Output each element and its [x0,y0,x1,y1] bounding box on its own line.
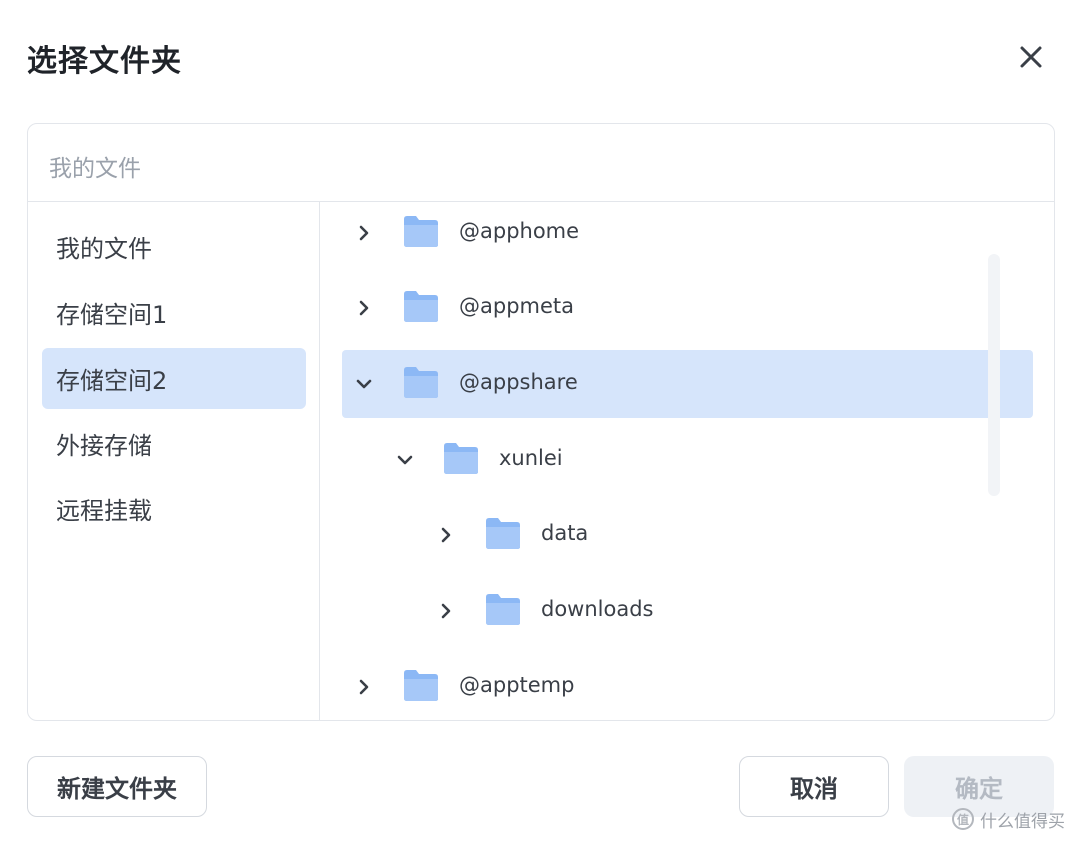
sidebar-item-label: 我的文件 [56,235,152,263]
folder-icon [486,594,520,625]
folder-icon [444,443,478,474]
tree-row-apptemp[interactable]: @apptemp [342,653,1033,720]
chevron-right-icon[interactable] [352,296,376,320]
tree-row-label: xunlei [499,446,563,470]
tree-row-appshare[interactable]: @appshare [342,350,1033,418]
sidebar-item-label: 存储空间2 [56,367,168,395]
folder-icon [404,670,438,701]
chevron-right-icon[interactable] [352,221,376,245]
cancel-button[interactable]: 取消 [739,756,889,817]
tree-row-label: downloads [541,597,654,621]
chevron-right-icon[interactable] [352,675,376,699]
tree-row-xunlei[interactable]: xunlei [342,426,1033,494]
chevron-right-icon[interactable] [434,599,458,623]
tree-row-label: data [541,521,589,545]
sidebar-item-my-files[interactable]: 我的文件 [42,216,306,277]
tree-row-label: @apphome [459,219,580,243]
location-sidebar: 我的文件 存储空间1 存储空间2 外接存储 远程挂载 [28,202,320,720]
close-icon [1020,46,1042,68]
tree-row-data[interactable]: data [342,501,1033,569]
tree-row-label: @appmeta [459,294,575,318]
tree-scrollbar[interactable] [988,254,1000,496]
folder-icon [404,367,438,398]
chevron-right-icon[interactable] [434,523,458,547]
tree-row-apphome[interactable]: @apphome [342,202,1033,267]
close-button[interactable] [1010,36,1052,78]
sidebar-item-storage-2[interactable]: 存储空间2 [42,348,306,409]
new-folder-button[interactable]: 新建文件夹 [27,756,207,817]
sidebar-item-label: 存储空间1 [56,301,168,329]
select-folder-dialog: 选择文件夹 我的文件 我的文件 存储空间1 存储空间2 外接存储 远程挂载 @a… [0,0,1080,841]
watermark-logo-icon: 值 [952,808,974,830]
chevron-down-icon[interactable] [352,372,376,396]
path-bar: 我的文件 [28,124,1054,202]
tree-row-downloads[interactable]: downloads [342,577,1033,645]
current-path: 我的文件 [49,156,141,182]
folder-tree: @apphome @appmeta @appshare xunlei data … [320,202,1054,720]
folder-icon [486,518,520,549]
tree-row-appmeta[interactable]: @appmeta [342,274,1033,342]
dialog-title: 选择文件夹 [27,44,182,79]
watermark: 值 什么值得买 [952,806,1065,832]
sidebar-item-remote-mount[interactable]: 远程挂载 [42,478,306,539]
sidebar-item-label: 远程挂载 [56,497,152,525]
folder-browser-panel: 我的文件 我的文件 存储空间1 存储空间2 外接存储 远程挂载 @apphome… [27,123,1055,721]
sidebar-item-external-storage[interactable]: 外接存储 [42,413,306,474]
sidebar-item-storage-1[interactable]: 存储空间1 [42,282,306,343]
tree-row-label: @apptemp [459,673,575,697]
sidebar-item-label: 外接存储 [56,432,152,460]
chevron-down-icon[interactable] [393,448,417,472]
tree-row-label: @appshare [459,370,578,394]
watermark-text: 什么值得买 [980,811,1065,832]
folder-icon [404,216,438,247]
folder-icon [404,291,438,322]
